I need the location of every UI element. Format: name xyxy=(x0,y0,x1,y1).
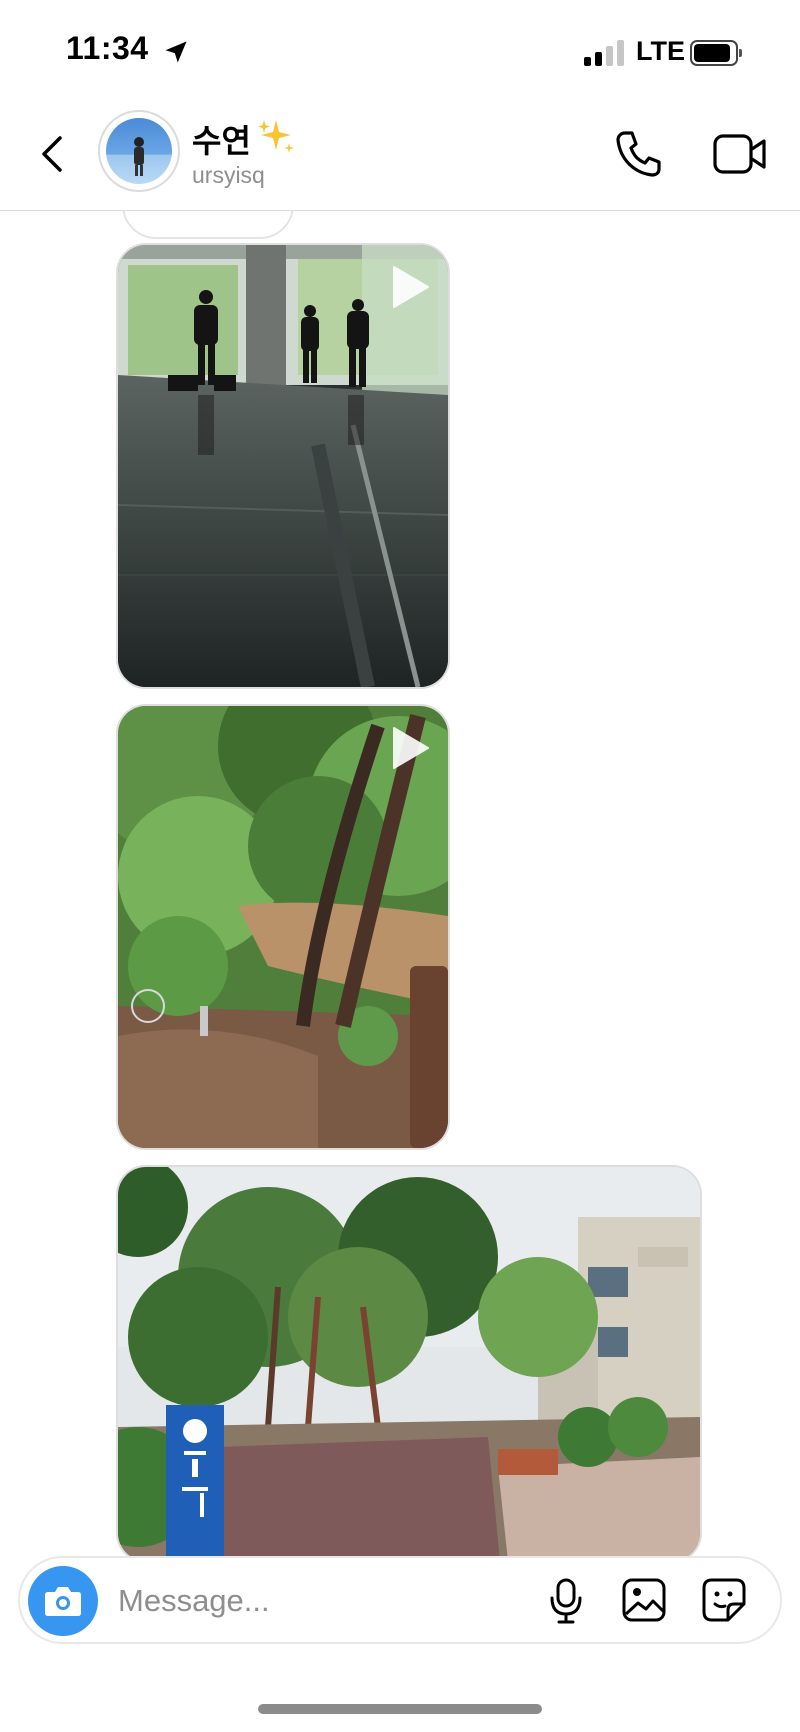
video-message-trees[interactable] xyxy=(116,704,450,1150)
camera-button[interactable] xyxy=(28,1566,98,1636)
status-bar: 11:34 LTE xyxy=(0,0,800,100)
message-thread[interactable] xyxy=(0,211,800,1556)
avatar-image xyxy=(106,118,172,184)
play-icon[interactable] xyxy=(388,263,432,311)
gallery-icon[interactable] xyxy=(620,1576,668,1624)
home-indicator[interactable] xyxy=(258,1704,542,1714)
avatar[interactable] xyxy=(98,110,180,192)
contact-name[interactable]: 수연 xyxy=(192,116,251,162)
video-thumbnail xyxy=(118,245,448,687)
message-input[interactable] xyxy=(116,1576,540,1626)
status-time: 11:34 xyxy=(66,30,149,66)
play-icon[interactable] xyxy=(388,724,432,772)
phone-icon[interactable] xyxy=(612,128,664,180)
video-message-corridor[interactable] xyxy=(116,243,450,689)
chat-header: 수연 ursyisq xyxy=(0,100,800,211)
network-type: LTE xyxy=(636,36,685,66)
photo-message-campus[interactable] xyxy=(116,1165,702,1556)
microphone-icon[interactable] xyxy=(546,1576,586,1626)
contact-username[interactable]: ursyisq xyxy=(192,162,265,189)
sticker-icon[interactable] xyxy=(700,1576,748,1624)
camera-icon xyxy=(45,1587,81,1616)
previous-message-bubble[interactable] xyxy=(122,211,294,239)
photo-thumbnail xyxy=(118,1167,700,1556)
video-thumbnail xyxy=(118,706,448,1148)
location-arrow-icon xyxy=(165,41,187,63)
back-chevron-icon[interactable] xyxy=(34,126,74,182)
message-composer xyxy=(18,1556,782,1644)
battery-icon xyxy=(690,40,742,66)
sparkles-emoji-icon xyxy=(258,120,294,153)
video-camera-icon[interactable] xyxy=(712,130,768,178)
signal-icon xyxy=(584,40,626,66)
